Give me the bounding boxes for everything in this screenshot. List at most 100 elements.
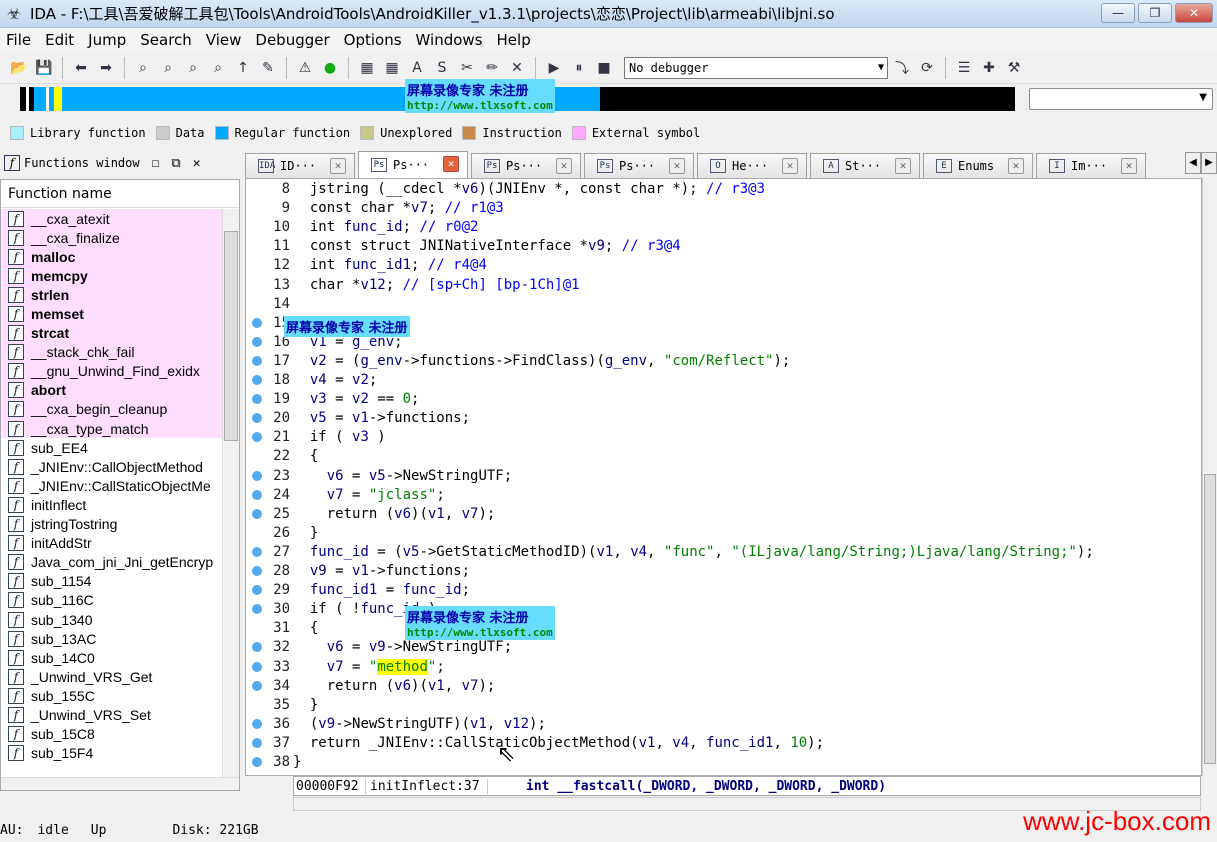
code-line[interactable]: 13 char *v12; // [sp+Ch] [bp-1Ch]@1 — [246, 276, 1201, 295]
function-list-item[interactable]: f _Unwind_VRS_Set — [1, 705, 223, 724]
function-list-item[interactable]: f jstringTostring — [1, 515, 223, 534]
code-line[interactable]: 18 v4 = v2; — [246, 371, 1201, 390]
add-breakpoint-icon[interactable]: ✚ — [978, 57, 1000, 79]
menu-jump[interactable]: Jump — [82, 31, 134, 49]
code-line[interactable]: 35 } — [246, 696, 1201, 715]
function-list-item[interactable]: f sub_EE4 — [1, 438, 223, 457]
code-line[interactable]: 38} — [246, 753, 1201, 772]
function-list-item[interactable]: f sub_1340 — [1, 610, 223, 629]
code-line[interactable]: 8 jstring (__cdecl *v6)(JNIEnv *, const … — [246, 180, 1201, 199]
menu-search[interactable]: Search — [134, 31, 200, 49]
search-immediate-icon[interactable]: ⌕ — [207, 57, 229, 79]
code-line[interactable]: 22 { — [246, 447, 1201, 466]
function-list-item[interactable]: f __cxa_begin_cleanup — [1, 399, 223, 420]
code-line[interactable]: 28 v9 = v1->functions; — [246, 562, 1201, 581]
green-circle-icon[interactable]: ● — [319, 57, 341, 79]
function-list-item[interactable]: f sub_13AC — [1, 629, 223, 648]
function-list-item[interactable]: f __cxa_type_match — [1, 419, 223, 439]
menu-windows[interactable]: Windows — [410, 31, 491, 49]
view-tab[interactable]: Ps Ps··· ✕ — [471, 153, 581, 178]
code-line[interactable]: 33 v7 = "method"; — [246, 658, 1201, 677]
function-list-item[interactable]: f _JNIEnv::CallStaticObjectMe — [1, 476, 223, 495]
close-button[interactable]: ✕ — [1175, 3, 1213, 23]
breakpoint-list-icon[interactable]: ☰ — [953, 57, 975, 79]
code-line[interactable]: 14 — [246, 295, 1201, 314]
function-list-item[interactable]: f sub_15F4 — [1, 744, 223, 763]
code-icon[interactable]: ▦ — [356, 57, 378, 79]
menu-help[interactable]: Help — [491, 31, 539, 49]
function-list-item[interactable]: f strlen — [1, 285, 223, 305]
code-line[interactable]: 25 return (v6)(v1, v7); — [246, 505, 1201, 524]
segment-select[interactable]: ▼ — [1029, 88, 1213, 110]
function-list-item[interactable]: f sub_116C — [1, 591, 223, 610]
view-tab[interactable]: Ps Ps··· ✕ — [584, 153, 694, 178]
tab-close-icon[interactable]: ✕ — [1121, 158, 1137, 174]
restore-icon[interactable]: ☐ — [152, 156, 160, 171]
struct-icon[interactable]: S — [431, 57, 453, 79]
code-line[interactable]: 31 { — [246, 619, 1201, 638]
code-line[interactable]: 36 (v9->NewStringUTF)(v1, v12); — [246, 715, 1201, 734]
tab-close-icon[interactable]: ✕ — [556, 158, 572, 174]
scroll-thumb[interactable] — [224, 231, 238, 441]
save-icon[interactable]: 💾 — [33, 57, 55, 79]
back-icon[interactable]: ⬅ — [70, 57, 92, 79]
functions-hscrollbar[interactable] — [1, 777, 239, 790]
code-line[interactable]: 26 } — [246, 524, 1201, 543]
code-line[interactable]: 19 v3 = v2 == 0; — [246, 390, 1201, 409]
tab-left-icon[interactable]: ◀ — [1185, 152, 1201, 174]
view-tab[interactable]: IDA ID··· ✕ — [245, 153, 355, 178]
code-line[interactable]: 30 if ( !func_id ) — [246, 600, 1201, 619]
close-icon[interactable]: ✕ — [193, 156, 201, 171]
maximize-button[interactable]: ❐ — [1138, 3, 1172, 23]
code-line[interactable]: 32 v6 = v9->NewStringUTF; — [246, 638, 1201, 657]
tab-close-icon[interactable]: ✕ — [895, 158, 911, 174]
ascii-icon[interactable]: A — [406, 57, 428, 79]
code-line[interactable]: 12 int func_id1; // r4@4 — [246, 256, 1201, 275]
warning-icon[interactable]: ⚠ — [294, 57, 316, 79]
data-icon[interactable]: ▦ — [381, 57, 403, 79]
pseudocode-view[interactable]: 8 jstring (__cdecl *v6)(JNIEnv *, const … — [245, 178, 1202, 776]
menu-debugger[interactable]: Debugger — [249, 31, 337, 49]
menu-edit[interactable]: Edit — [39, 31, 82, 49]
code-line[interactable]: 37 return _JNIEnv::CallStaticObjectMetho… — [246, 734, 1201, 753]
function-list-item[interactable]: f Java_com_jni_Jni_getEncryp — [1, 553, 223, 572]
function-list-item[interactable]: f initInflect — [1, 495, 223, 514]
tab-close-icon[interactable]: ✕ — [443, 156, 459, 172]
minimize-button[interactable]: — — [1101, 3, 1135, 23]
view-tab[interactable]: I Im··· ✕ — [1036, 153, 1146, 178]
open-icon[interactable]: 📂 — [8, 57, 30, 79]
code-line[interactable]: 21 if ( v3 ) — [246, 428, 1201, 447]
code-line[interactable]: 34 return (v6)(v1, v7); — [246, 677, 1201, 696]
menu-file[interactable]: File — [0, 31, 39, 49]
tab-close-icon[interactable]: ✕ — [1008, 158, 1024, 174]
function-list-item[interactable]: f __cxa_atexit — [1, 209, 223, 229]
trace-icon[interactable]: ⟳ — [916, 57, 938, 79]
pause-icon[interactable]: ⏸ — [568, 57, 590, 79]
function-name-column-header[interactable]: Function name — [1, 180, 239, 208]
forward-icon[interactable]: ➡ — [95, 57, 117, 79]
code-line[interactable]: 29 func_id1 = func_id; — [246, 581, 1201, 600]
search-binary-icon[interactable]: ⌕ — [182, 57, 204, 79]
pseudocode-scrollbar[interactable] — [1202, 178, 1217, 776]
code-line[interactable]: 17 v2 = (g_env->functions->FindClass)(g_… — [246, 352, 1201, 371]
menu-view[interactable]: View — [200, 31, 250, 49]
function-list-item[interactable]: f sub_14C0 — [1, 648, 223, 667]
function-list-item[interactable]: f __stack_chk_fail — [1, 342, 223, 362]
edit-icon[interactable]: ✏ — [481, 57, 503, 79]
function-list-item[interactable]: f sub_15C8 — [1, 725, 223, 744]
function-list-item[interactable]: f sub_155C — [1, 686, 223, 705]
debugger-select[interactable]: No debugger ▼ — [624, 56, 888, 79]
function-list-item[interactable]: f memcpy — [1, 266, 223, 286]
play-icon[interactable]: ▶ — [543, 57, 565, 79]
functions-scrollbar[interactable] — [222, 209, 239, 779]
function-list-item[interactable]: f _JNIEnv::CallObjectMethod — [1, 457, 223, 476]
code-line[interactable]: 11 const struct JNINativeInterface *v9; … — [246, 237, 1201, 256]
function-list-item[interactable]: f initAddStr — [1, 534, 223, 553]
scroll-thumb[interactable] — [1204, 474, 1216, 764]
code-line[interactable]: 9 const char *v7; // r1@3 — [246, 199, 1201, 218]
function-list-item[interactable]: f strcat — [1, 323, 223, 343]
float-icon[interactable]: ⧉ — [171, 156, 180, 171]
tab-close-icon[interactable]: ✕ — [782, 158, 798, 174]
code-line[interactable]: 27 func_id = (v5->GetStaticMethodID)(v1,… — [246, 543, 1201, 562]
step-icon[interactable]: ⤵ — [891, 57, 913, 79]
